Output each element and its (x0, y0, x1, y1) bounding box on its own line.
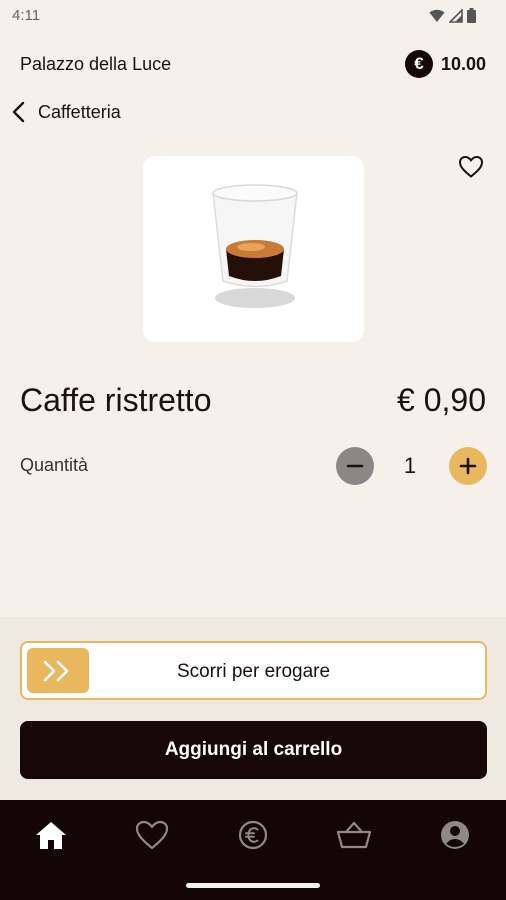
euro-icon: € (404, 50, 433, 78)
signal-icon (449, 8, 463, 23)
user-icon (441, 821, 470, 849)
minus-icon (346, 464, 364, 468)
status-bar: 4:11 (0, 0, 506, 32)
quantity-label: Quantità (20, 455, 89, 475)
balance-value: 10.00 (440, 53, 486, 74)
product-name: Caffe ristretto (20, 382, 212, 418)
product-image (143, 156, 364, 342)
espresso-cup-icon (212, 184, 298, 308)
wifi-icon (429, 9, 445, 22)
battery-icon (467, 8, 476, 23)
add-to-cart-button[interactable]: Aggiungi al carrello (20, 721, 487, 779)
tab-profile[interactable] (425, 805, 485, 865)
decrease-quantity-button[interactable] (336, 447, 374, 485)
basket-icon (337, 821, 372, 849)
increase-quantity-button[interactable] (449, 447, 487, 485)
quantity-value: 1 (403, 453, 417, 478)
plus-icon (459, 457, 477, 475)
category-label: Caffetteria (38, 101, 121, 122)
status-icons (429, 8, 476, 23)
tab-favorites[interactable] (122, 805, 182, 865)
bottom-tab-bar (0, 800, 506, 870)
wallet-balance[interactable]: € 10.00 (404, 50, 486, 78)
tab-wallet[interactable] (223, 805, 283, 865)
chevron-left-icon (12, 101, 25, 123)
slider-label: Scorri per erogare (176, 661, 331, 682)
tab-home[interactable] (21, 805, 81, 865)
home-gesture-bar[interactable] (186, 883, 320, 888)
favorite-button[interactable] (458, 155, 484, 184)
product-price: € 0,90 (397, 382, 486, 418)
heart-icon (135, 820, 168, 850)
status-time: 4:11 (12, 7, 41, 24)
heart-icon (458, 155, 484, 178)
home-icon (35, 822, 66, 849)
back-button[interactable]: Caffetteria (10, 100, 121, 124)
venue-name: Palazzo della Luce (20, 54, 172, 74)
dispense-slider[interactable]: Scorri per erogare (20, 641, 487, 700)
euro-circle-icon (238, 820, 268, 850)
tab-cart[interactable] (324, 805, 384, 865)
